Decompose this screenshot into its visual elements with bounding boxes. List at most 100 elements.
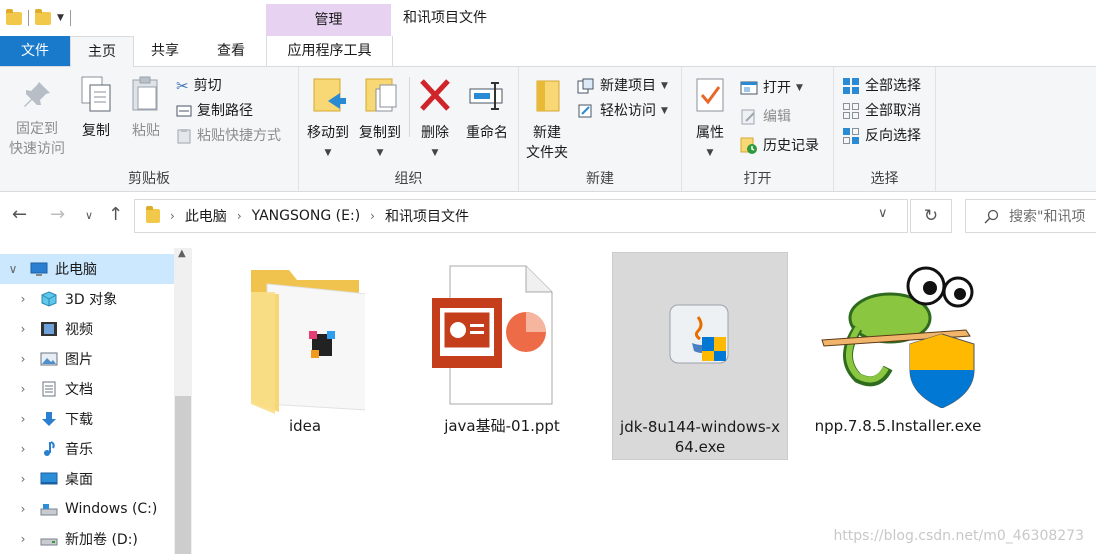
copy-icon (81, 76, 111, 112)
nav-item-music[interactable]: › 音乐 (0, 434, 174, 464)
chevron-right-icon[interactable]: › (370, 209, 375, 223)
search-input[interactable]: 搜索"和讯项 (965, 199, 1096, 233)
context-tab-manage[interactable]: 管理 (266, 4, 391, 36)
up-arrow-icon[interactable]: ↑ (108, 204, 123, 225)
scrollbar-thumb[interactable] (175, 396, 191, 554)
file-item-notepad-installer[interactable]: npp.7.8.5.Installer.exe (808, 256, 988, 436)
chevron-right-icon[interactable]: › (16, 502, 30, 516)
open-button[interactable]: 打开 ▼ (740, 77, 803, 99)
dropdown-arrow-icon: ▼ (706, 148, 714, 158)
recent-locations-chevron-icon[interactable]: ∨ (85, 209, 93, 222)
file-item-jdk-installer[interactable]: jdk-8u144-windows-x 64.exe (612, 252, 788, 460)
history-button[interactable]: 历史记录 (740, 135, 819, 157)
paste-shortcut-button[interactable]: 粘贴快捷方式 (176, 125, 281, 147)
nav-item-documents[interactable]: › 文档 (0, 374, 174, 404)
chevron-down-icon[interactable]: ∨ (878, 206, 888, 221)
cut-button[interactable]: ✂ 剪切 (176, 75, 222, 97)
scroll-up-arrow-icon[interactable]: ▲ (178, 248, 186, 259)
chevron-right-icon[interactable]: › (16, 442, 30, 456)
nav-item-3d-objects[interactable]: › 3D 对象 (0, 284, 174, 314)
new-item-button[interactable]: 新建项目 ▼ (577, 75, 668, 97)
nav-item-drive-d[interactable]: › 新加卷 (D:) (0, 524, 174, 554)
group-new: 新建 文件夹 新建项目 ▼ 轻松访问 ▼ 新建 (519, 67, 682, 191)
download-icon (42, 412, 56, 426)
chevron-right-icon[interactable]: › (237, 209, 242, 223)
new-folder-button[interactable]: 新建 文件夹 (523, 75, 571, 163)
tab-file[interactable]: 文件 (0, 36, 70, 66)
forward-arrow-icon[interactable]: → (50, 204, 65, 225)
breadcrumb-this-pc[interactable]: 此电脑 (185, 206, 227, 226)
select-none-label: 全部取消 (865, 103, 921, 119)
nav-item-downloads[interactable]: › 下载 (0, 404, 174, 434)
nav-item-drive-c[interactable]: › Windows (C:) (0, 494, 174, 524)
pin-label-1: 固定到 (16, 121, 58, 137)
tab-view[interactable]: 查看 (198, 36, 264, 66)
file-item-ppt[interactable]: java基础-01.ppt (420, 256, 584, 436)
nav-item-this-pc[interactable]: ∨ 此电脑 (0, 254, 174, 284)
tab-home[interactable]: 主页 (70, 36, 134, 68)
video-icon (41, 322, 57, 336)
select-all-icon (843, 78, 859, 94)
java-installer-icon (669, 304, 729, 364)
breadcrumb-current-folder[interactable]: 和讯项目文件 (385, 206, 469, 226)
folder-icon (6, 8, 22, 25)
chevron-right-icon[interactable]: › (16, 352, 30, 366)
pin-quick-access-button[interactable]: 固定到 快速访问 (4, 79, 70, 159)
chevron-right-icon[interactable]: › (16, 412, 30, 426)
rename-label: 重命名 (466, 125, 508, 141)
chevron-right-icon[interactable]: › (16, 382, 30, 396)
customize-toolbar-icon[interactable]: ▼ (57, 13, 64, 23)
back-arrow-icon[interactable]: ← (12, 204, 27, 225)
delete-button[interactable]: 删除 ▼ (413, 75, 457, 163)
chevron-right-icon[interactable]: › (16, 292, 30, 306)
paste-shortcut-icon (177, 129, 191, 144)
paste-button[interactable]: 粘贴 (124, 75, 168, 141)
refresh-button[interactable]: ↻ (910, 199, 952, 233)
file-item-idea[interactable]: idea (232, 256, 378, 436)
breadcrumb-drive-e[interactable]: YANGSONG (E:) (252, 208, 361, 224)
new-folder-label-2: 文件夹 (526, 145, 568, 161)
edit-button[interactable]: 编辑 (740, 106, 791, 128)
chevron-right-icon[interactable]: › (16, 322, 30, 336)
chevron-right-icon[interactable]: › (16, 472, 30, 486)
copy-path-icon (176, 105, 192, 117)
separator (409, 77, 410, 137)
properties-button[interactable]: 属性 ▼ (688, 75, 732, 163)
select-all-label: 全部选择 (865, 78, 921, 94)
new-item-label: 新建项目 (600, 78, 656, 94)
chevron-right-icon[interactable]: › (170, 209, 175, 223)
search-placeholder: 搜索"和讯项 (1009, 209, 1086, 225)
new-folder-quick-icon[interactable] (35, 8, 51, 25)
group-label-new: 新建 (586, 171, 614, 187)
history-icon (740, 137, 757, 154)
dropdown-arrow-icon: ▼ (376, 148, 384, 158)
copy-path-button[interactable]: 复制路径 (176, 100, 253, 122)
file-name-line-2: 64.exe (674, 438, 726, 456)
nav-item-desktop[interactable]: › 桌面 (0, 464, 174, 494)
group-label-open: 打开 (743, 171, 772, 187)
rename-button[interactable]: 重命名 (459, 75, 515, 143)
properties-icon (696, 78, 724, 112)
move-to-label: 移动到 (307, 125, 349, 141)
select-none-button[interactable]: 全部取消 (842, 100, 921, 122)
tab-share[interactable]: 共享 (132, 36, 198, 66)
copy-path-label: 复制路径 (197, 103, 253, 119)
chevron-down-icon[interactable]: ∨ (6, 262, 20, 276)
easy-access-button[interactable]: 轻松访问 ▼ (577, 100, 668, 122)
select-all-button[interactable]: 全部选择 (842, 75, 921, 97)
nav-item-pictures[interactable]: › 图片 (0, 344, 174, 374)
copy-button[interactable]: 复制 (74, 75, 118, 141)
desktop-icon (40, 472, 58, 485)
ribbon-tabs: 文件 主页 共享 查看 应用程序工具 (0, 36, 1096, 68)
move-to-button[interactable]: 移动到 ▼ (303, 75, 353, 163)
drive-icon (40, 504, 58, 516)
pin-icon (24, 82, 50, 107)
tab-application-tools[interactable]: 应用程序工具 (266, 36, 393, 66)
rename-icon (469, 82, 503, 110)
new-folder-label-1: 新建 (533, 125, 561, 141)
nav-item-videos[interactable]: › 视频 (0, 314, 174, 344)
chevron-right-icon[interactable]: › (16, 532, 30, 546)
invert-selection-button[interactable]: 反向选择 (842, 125, 921, 147)
paste-shortcut-label: 粘贴快捷方式 (197, 128, 281, 144)
copy-to-button[interactable]: 复制到 ▼ (355, 75, 405, 163)
